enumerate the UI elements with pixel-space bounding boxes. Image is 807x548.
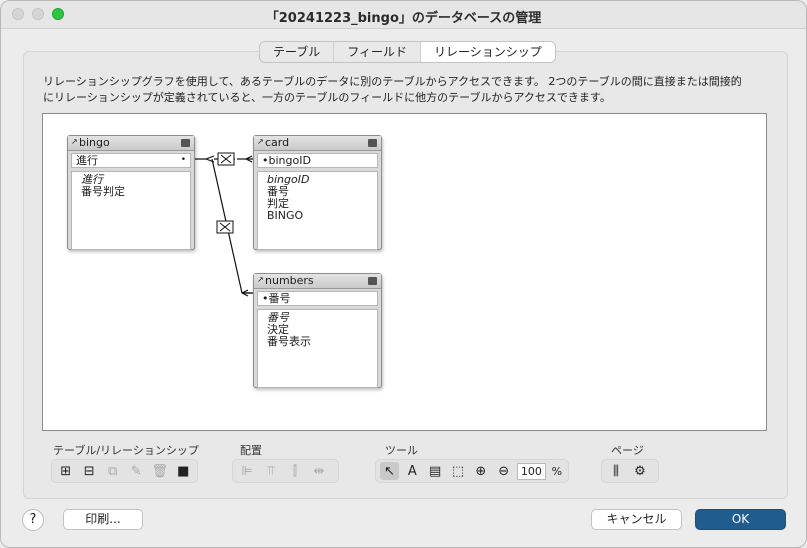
match-field: 進行 xyxy=(76,154,98,167)
add-relationship-icon[interactable]: ⊟ xyxy=(80,462,100,480)
match-field: 番号 xyxy=(268,292,291,305)
duplicate-icon[interactable]: ⧉ xyxy=(103,462,123,480)
relationship-description: リレーションシップグラフを使用して、あるテーブルのデータに別のテーブルからアクセ… xyxy=(43,75,742,104)
table-occurrence-numbers[interactable]: ↗ numbers •番号 番号 決定 番号表示 xyxy=(253,273,382,388)
tab-fields[interactable]: フィールド xyxy=(334,42,422,62)
page-break-icon[interactable]: ⫼ xyxy=(606,462,626,480)
table-arrow-icon: ↗ xyxy=(257,137,264,146)
arrange-toolbar: ⊫ ⫪ ⫿ ⇹ xyxy=(232,459,339,483)
table-header[interactable]: ↗ numbers xyxy=(254,274,381,289)
add-table-icon[interactable]: ⊞ xyxy=(56,462,76,480)
manage-database-window: 「20241223_bingo」のデータベースの管理 テーブル フィールド リレ… xyxy=(0,0,807,548)
zoom-level-field[interactable]: 100 xyxy=(517,462,546,480)
color-icon[interactable]: ■ xyxy=(174,462,194,480)
table-name: numbers xyxy=(265,274,314,287)
window-title: 「20241223_bingo」のデータベースの管理 xyxy=(265,11,542,26)
match-field-row[interactable]: •番号 xyxy=(257,291,378,306)
table-header[interactable]: ↗ card xyxy=(254,136,381,151)
field-item: 番号表示 xyxy=(267,335,311,348)
zoom-out-icon[interactable]: ⊖ xyxy=(494,462,513,480)
cancel-button[interactable]: キャンセル xyxy=(591,509,682,530)
toolbar-group-label: ページ xyxy=(611,444,644,457)
tools-toolbar: ↖ A ▤ ⬚ ⊕ ⊖ 100 % xyxy=(375,459,569,483)
pointer-icon[interactable]: ↖ xyxy=(380,462,399,480)
field-icon[interactable]: ▤ xyxy=(426,462,445,480)
trash-icon[interactable]: 🗑 xyxy=(150,462,170,480)
zoom-in-icon[interactable]: ⊕ xyxy=(471,462,490,480)
table-menu-icon[interactable] xyxy=(368,139,377,147)
tab-bar: テーブル フィールド リレーションシップ xyxy=(259,41,556,63)
field-list[interactable]: 番号 決定 番号表示 xyxy=(257,309,378,388)
table-menu-icon[interactable] xyxy=(368,277,377,285)
table-name: bingo xyxy=(79,136,110,149)
field-item: 番号判定 xyxy=(81,185,125,198)
align-left-icon[interactable]: ⊫ xyxy=(237,462,257,480)
page-setup-icon[interactable]: ⚙ xyxy=(630,462,650,480)
field-item: BINGO xyxy=(267,209,304,222)
table-occurrence-card[interactable]: ↗ card •bingoID bingoID 番号 判定 BINGO xyxy=(253,135,382,250)
title-bar: 「20241223_bingo」のデータベースの管理 xyxy=(1,1,806,29)
table-arrow-icon: ↗ xyxy=(71,137,78,146)
table-name: card xyxy=(265,136,290,149)
tab-relationships[interactable]: リレーションシップ xyxy=(421,42,555,62)
table-menu-icon[interactable] xyxy=(181,139,190,147)
tables-relationships-toolbar: ⊞ ⊟ ⧉ ✎ 🗑 ■ xyxy=(51,459,198,483)
toolbar-group-label: ツール xyxy=(385,444,418,457)
edit-icon[interactable]: ✎ xyxy=(127,462,147,480)
field-list[interactable]: 進行 番号判定 xyxy=(71,171,191,250)
print-button[interactable]: 印刷... xyxy=(63,509,143,530)
table-arrow-icon: ↗ xyxy=(257,275,264,284)
match-field-row[interactable]: 進行 • xyxy=(71,153,191,168)
toolbar-group-label: 配置 xyxy=(240,444,262,457)
resize-icon[interactable]: ⇹ xyxy=(309,462,329,480)
key-dot-icon: • xyxy=(180,155,186,165)
match-field: bingoID xyxy=(268,154,311,167)
note-icon[interactable]: ⬚ xyxy=(449,462,468,480)
text-icon[interactable]: A xyxy=(403,462,422,480)
toolbar-group-label: テーブル/リレーションシップ xyxy=(53,444,199,457)
align-top-icon[interactable]: ⫪ xyxy=(261,462,281,480)
tab-tables[interactable]: テーブル xyxy=(260,42,335,62)
table-header[interactable]: ↗ bingo xyxy=(68,136,194,151)
table-occurrence-bingo[interactable]: ↗ bingo 進行 • 進行 番号判定 xyxy=(67,135,195,250)
field-list[interactable]: bingoID 番号 判定 BINGO xyxy=(257,171,378,250)
page-toolbar: ⫼ ⚙ xyxy=(601,459,659,483)
distribute-icon[interactable]: ⫿ xyxy=(285,462,305,480)
ok-button[interactable]: OK xyxy=(695,509,786,530)
match-field-row[interactable]: •bingoID xyxy=(257,153,378,168)
zoom-unit: % xyxy=(551,464,563,478)
help-button[interactable]: ? xyxy=(22,509,44,531)
